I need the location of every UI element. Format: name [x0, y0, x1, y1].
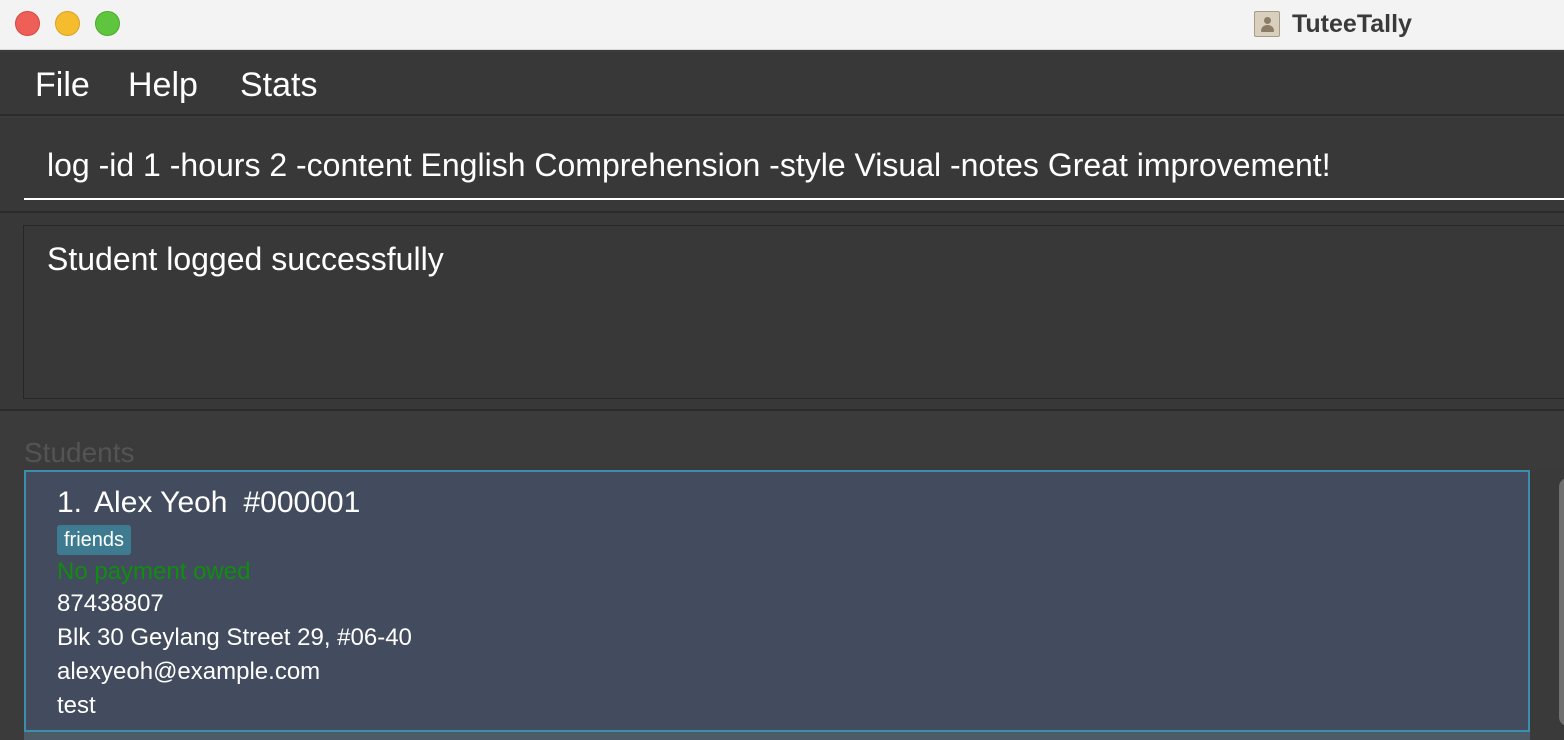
result-display: Student logged successfully — [23, 225, 1564, 399]
menu-help[interactable]: Help — [128, 65, 198, 105]
app-window: TuteeTally File Help Stats Student logge… — [0, 0, 1564, 740]
student-email: alexyeoh@example.com — [57, 658, 321, 685]
student-index: 1. — [57, 486, 83, 519]
window-title-group: TuteeTally — [1254, 8, 1412, 40]
student-address: Blk 30 Geylang Street 29, #06-40 — [57, 624, 412, 651]
close-window-button[interactable] — [15, 11, 40, 36]
result-display-area: Student logged successfully — [0, 213, 1564, 411]
menu-stats[interactable]: Stats — [240, 65, 317, 105]
menu-bar: File Help Stats — [0, 52, 1564, 116]
student-card-header: 1. Alex Yeoh #000001 — [57, 486, 360, 520]
title-bar: TuteeTally — [0, 0, 1564, 50]
student-name: Alex Yeoh — [94, 486, 228, 519]
next-student-card[interactable] — [24, 732, 1530, 740]
maximize-window-button[interactable] — [95, 11, 120, 36]
student-list-panel: Students 1. Alex Yeoh #000001 friends No p… — [0, 413, 1564, 740]
student-list-title: Students — [24, 437, 135, 468]
result-message: Student logged successfully — [47, 241, 444, 277]
student-tag: friends — [57, 525, 132, 555]
scrollbar-thumb[interactable] — [1559, 478, 1564, 726]
minimize-window-button[interactable] — [55, 11, 80, 36]
student-note: test — [57, 692, 96, 719]
window-title: TuteeTally — [1292, 9, 1412, 38]
command-input[interactable] — [24, 132, 1564, 200]
student-list[interactable]: 1. Alex Yeoh #000001 friends No payment ow… — [24, 470, 1564, 740]
command-box — [0, 118, 1564, 213]
payment-status: No payment owed — [57, 558, 251, 585]
student-card[interactable]: 1. Alex Yeoh #000001 friends No payment ow… — [24, 470, 1530, 732]
student-phone: 87438807 — [57, 590, 164, 617]
menu-file[interactable]: File — [35, 65, 90, 105]
student-id: #000001 — [243, 486, 361, 519]
contacts-book-icon — [1254, 11, 1280, 37]
